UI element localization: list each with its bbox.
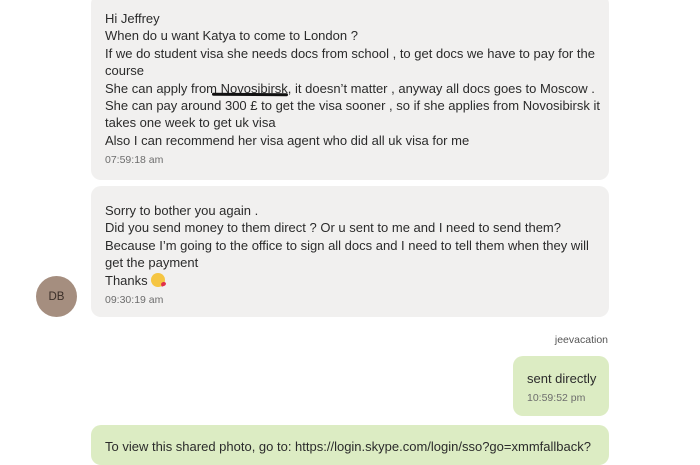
message-timestamp: 07:59:18 am [105, 154, 164, 167]
message-text-line: She can pay around 300 £ to get the visa… [105, 98, 600, 114]
thanks-text: Thanks [105, 272, 148, 288]
message-text-line: She can apply from Novosibirsk, it doesn… [105, 80, 595, 96]
message-text-line: If we do student visa she needs docs fro… [105, 45, 595, 61]
message-timestamp: 09:30:19 am [105, 294, 164, 307]
message-text-line: course [105, 63, 145, 79]
message-text-line: Thanks [105, 272, 595, 289]
message-text-line: takes one week to get uk visa [105, 115, 276, 131]
message-bubble-2: Sorry to bother you again . Did you send… [91, 186, 609, 317]
message-text-line: Also I can recommend her visa agent who … [105, 132, 470, 148]
message-text-line: get the payment [105, 255, 199, 271]
message-text-line: Hi Jeffrey [105, 11, 160, 26]
kissing-face-emoji-icon [150, 272, 165, 287]
message-text-line: When do u want Katya to come to London ? [105, 28, 358, 44]
message-text-line: sent directly [527, 371, 597, 386]
message-text-line: Sorry to bother you again . [105, 203, 259, 218]
message-bubble-4: To view this shared photo, go to: https:… [91, 425, 609, 465]
message-bubble-3: sent directly 10:59:52 pm [513, 356, 609, 416]
handwritten-underline [211, 92, 289, 97]
message-text-line: Because I’m going to the office to sign … [105, 237, 589, 253]
message-text-line: Did you send money to them direct ? Or u… [105, 220, 561, 236]
message-bubble-1: Hi Jeffrey When do u want Katya to come … [91, 0, 609, 180]
message-timestamp: 10:59:52 pm [527, 392, 586, 405]
avatar[interactable]: DB [36, 276, 77, 317]
sender-name: jeevacation [554, 334, 608, 346]
